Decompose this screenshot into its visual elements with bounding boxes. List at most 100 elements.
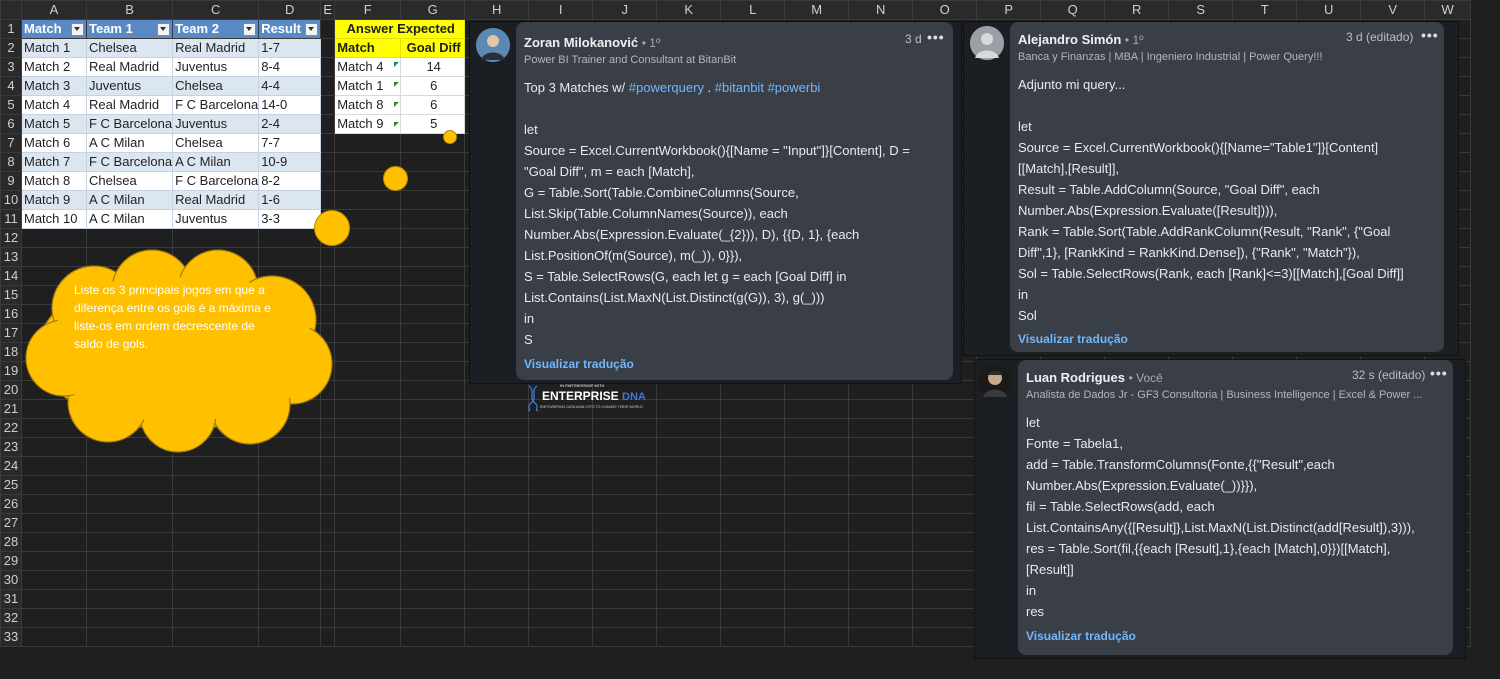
cell[interactable] xyxy=(720,551,786,571)
cell[interactable] xyxy=(258,532,322,552)
table-cell[interactable]: Real Madrid xyxy=(172,38,260,58)
cell[interactable] xyxy=(592,475,658,495)
cell[interactable] xyxy=(848,608,914,628)
cell[interactable] xyxy=(720,418,786,438)
row-header[interactable]: 4 xyxy=(0,76,22,96)
table-cell[interactable]: 8-2 xyxy=(258,171,322,191)
column-header[interactable]: T xyxy=(1232,0,1298,20)
table-cell[interactable]: Juventus xyxy=(172,57,260,77)
table-cell[interactable]: A C Milan xyxy=(85,190,174,210)
cell[interactable] xyxy=(172,494,260,514)
table-cell[interactable]: F C Barcelona xyxy=(85,152,174,172)
translate-link[interactable]: Visualizar tradução xyxy=(1026,629,1136,643)
cell[interactable] xyxy=(528,418,594,438)
table-cell[interactable]: A C Milan xyxy=(85,133,174,153)
cell[interactable] xyxy=(21,532,87,552)
cell[interactable] xyxy=(592,494,658,514)
cell[interactable] xyxy=(320,133,336,153)
cell[interactable] xyxy=(320,532,336,552)
cell[interactable] xyxy=(528,494,594,514)
cell[interactable] xyxy=(720,513,786,533)
table-cell[interactable]: 14-0 xyxy=(258,95,322,115)
row-header[interactable]: 5 xyxy=(0,95,22,115)
cell[interactable] xyxy=(720,475,786,495)
error-indicator[interactable] xyxy=(394,82,399,87)
more-options-icon[interactable]: ••• xyxy=(1430,365,1448,381)
cell[interactable] xyxy=(400,247,466,267)
answer-cell[interactable]: 5 xyxy=(400,114,466,134)
cell[interactable] xyxy=(320,38,336,58)
column-header[interactable]: A xyxy=(21,0,87,20)
cell[interactable] xyxy=(912,551,978,571)
cell[interactable] xyxy=(85,532,174,552)
filter-dropdown-icon[interactable] xyxy=(71,23,84,36)
cell[interactable] xyxy=(334,551,402,571)
cell[interactable] xyxy=(592,513,658,533)
row-header[interactable]: 19 xyxy=(0,361,22,381)
row-header[interactable]: 2 xyxy=(0,38,22,58)
column-header[interactable]: S xyxy=(1168,0,1234,20)
cell[interactable] xyxy=(400,513,466,533)
column-header[interactable]: B xyxy=(85,0,174,20)
cell[interactable] xyxy=(784,380,850,400)
hashtag-link[interactable]: #powerquery xyxy=(629,80,704,95)
table-cell[interactable]: 4-4 xyxy=(258,76,322,96)
cell[interactable] xyxy=(720,380,786,400)
cell[interactable] xyxy=(784,437,850,457)
column-header[interactable]: Q xyxy=(1040,0,1106,20)
cell[interactable] xyxy=(400,399,466,419)
cell[interactable] xyxy=(656,456,722,476)
cell[interactable] xyxy=(656,494,722,514)
cell[interactable] xyxy=(172,589,260,609)
cell[interactable] xyxy=(912,399,978,419)
cell[interactable] xyxy=(400,171,466,191)
table-header-cell[interactable]: Team 1 xyxy=(85,19,174,39)
cell[interactable] xyxy=(320,114,336,134)
cell[interactable] xyxy=(848,418,914,438)
filter-dropdown-icon[interactable] xyxy=(243,23,257,36)
cell[interactable] xyxy=(592,627,658,647)
cell[interactable] xyxy=(85,570,174,590)
cell[interactable] xyxy=(912,532,978,552)
cell[interactable] xyxy=(334,475,402,495)
cell[interactable] xyxy=(172,608,260,628)
cell[interactable] xyxy=(21,589,87,609)
row-header[interactable]: 28 xyxy=(0,532,22,552)
row-header[interactable]: 21 xyxy=(0,399,22,419)
cell[interactable] xyxy=(464,570,530,590)
filter-dropdown-icon[interactable] xyxy=(157,23,171,36)
row-header[interactable]: 29 xyxy=(0,551,22,571)
cell[interactable] xyxy=(784,627,850,647)
cell[interactable] xyxy=(656,380,722,400)
cell[interactable] xyxy=(848,532,914,552)
table-header-cell[interactable]: Match xyxy=(21,19,87,39)
cell[interactable] xyxy=(85,551,174,571)
cell[interactable] xyxy=(400,627,466,647)
cell[interactable] xyxy=(400,152,466,172)
cell[interactable] xyxy=(592,551,658,571)
cell[interactable] xyxy=(172,551,260,571)
cell[interactable] xyxy=(258,608,322,628)
cell[interactable] xyxy=(334,532,402,552)
table-cell[interactable]: Real Madrid xyxy=(85,95,174,115)
cell[interactable] xyxy=(592,456,658,476)
row-header[interactable]: 9 xyxy=(0,171,22,191)
cell[interactable] xyxy=(400,323,466,343)
answer-title-cell[interactable]: Answer Expected xyxy=(334,19,466,39)
cell[interactable] xyxy=(400,456,466,476)
cell[interactable] xyxy=(21,475,87,495)
cell[interactable] xyxy=(400,589,466,609)
row-header[interactable]: 3 xyxy=(0,57,22,77)
cell[interactable] xyxy=(85,475,174,495)
table-cell[interactable]: 8-4 xyxy=(258,57,322,77)
cell[interactable] xyxy=(464,475,530,495)
cell[interactable] xyxy=(320,608,336,628)
cell[interactable] xyxy=(400,437,466,457)
cell[interactable] xyxy=(400,266,466,286)
cell[interactable] xyxy=(464,456,530,476)
cell[interactable] xyxy=(258,456,322,476)
column-header[interactable]: N xyxy=(848,0,914,20)
cell[interactable] xyxy=(320,57,336,77)
error-indicator[interactable] xyxy=(394,62,399,67)
cell[interactable] xyxy=(528,551,594,571)
